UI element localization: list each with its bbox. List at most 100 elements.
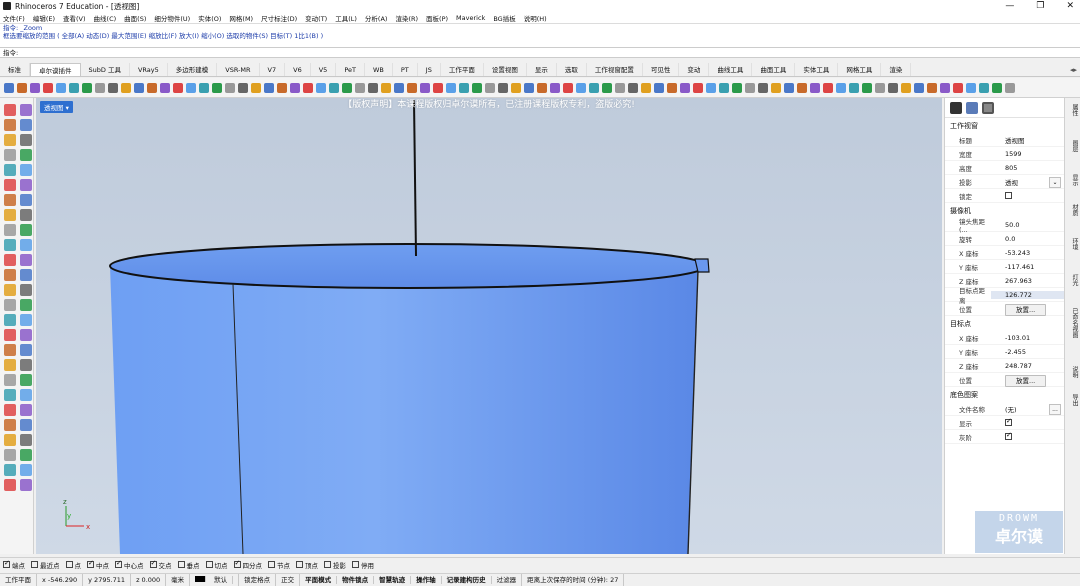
tab-v7[interactable]: V7 [260,63,286,76]
osnap-option[interactable]: 端点 [3,559,25,570]
command-icon[interactable] [654,82,664,93]
command-icon[interactable] [303,82,313,93]
osnap-checkbox[interactable] [3,559,10,568]
command-icon[interactable] [4,82,14,93]
command-icon[interactable] [888,82,898,93]
tool-icon[interactable] [20,404,32,416]
command-icon[interactable] [394,82,404,93]
tool-icon[interactable] [20,209,32,221]
osnap-option[interactable]: 四分点 [233,559,262,570]
side-tab-display[interactable]: 显示 [1067,174,1079,186]
command-icon[interactable] [251,82,261,93]
command-icon[interactable] [550,82,560,93]
osnap-checkbox[interactable] [177,561,185,568]
tool-icon[interactable] [20,254,32,266]
tool-icon[interactable] [20,164,32,176]
maximize-button[interactable]: ❐ [1036,0,1044,12]
tool-icon[interactable] [20,239,32,251]
tool-icon[interactable] [4,404,16,416]
tool-icon[interactable] [20,299,32,311]
command-icon[interactable] [56,82,66,93]
command-icon[interactable] [264,82,274,93]
chevron-down-icon[interactable]: ⌄ [1049,176,1061,188]
tab-zhuoermo-plugin[interactable]: 卓尔谟插件 [30,63,81,76]
side-tab-lights[interactable]: 灯光 [1067,274,1079,286]
command-icon[interactable] [316,82,326,93]
command-icon[interactable] [212,82,222,93]
side-tab-export[interactable]: 导出 [1067,394,1079,406]
osnap-option[interactable]: 点 [65,560,81,570]
side-tab-properties[interactable]: 属性 [1067,104,1079,116]
grayscale-checkbox[interactable] [1005,431,1012,440]
command-icon[interactable] [277,82,287,93]
tab-scroll-arrows[interactable]: ◂▸ [1070,63,1077,77]
tool-icon[interactable] [20,434,32,446]
toggle-osnap[interactable]: 物件锁点 [337,576,375,584]
tool-icon[interactable] [4,479,16,491]
cplane-label[interactable]: 工作平面 [0,574,37,586]
command-icon[interactable] [667,82,677,93]
toggle-ortho[interactable]: 正交 [276,574,301,586]
command-icon[interactable] [849,82,859,93]
tool-icon[interactable] [20,344,32,356]
tool-icon[interactable] [4,299,16,311]
command-icon[interactable] [459,82,469,93]
tool-icon[interactable] [20,359,32,371]
command-icon[interactable] [199,82,209,93]
command-icon[interactable] [342,82,352,93]
osnap-option[interactable]: 最近点 [31,560,60,570]
menu-dimension[interactable]: 尺寸标注(D) [261,13,297,23]
side-tab-materials[interactable]: 材质 [1067,204,1079,216]
cylinder-top-face[interactable] [109,243,707,289]
menu-bg-plugin[interactable]: BG插板 [493,13,515,23]
command-icon[interactable] [355,82,365,93]
command-icon[interactable] [160,82,170,93]
material-icon[interactable] [966,101,978,114]
tool-icon[interactable] [20,224,32,236]
menu-mesh[interactable]: 网格(M) [229,13,253,23]
osnap-checkbox[interactable] [296,561,303,568]
toggle-smarttrack[interactable]: 智慧轨迹 [374,576,412,584]
rotation-field[interactable]: 0.0 [991,235,1064,243]
command-icon[interactable] [134,82,144,93]
tab-viewport-layout[interactable]: 工作视窗配置 [587,63,643,76]
command-icon[interactable] [875,82,885,93]
osnap-option[interactable]: 中点 [87,559,109,570]
side-tab-named-views[interactable]: 已命名视图 [1067,308,1079,338]
menu-analyze[interactable]: 分析(A) [365,13,388,23]
viewport-properties-icon[interactable] [982,101,994,114]
tab-select[interactable]: 选取 [557,63,587,76]
osnap-checkbox[interactable] [233,559,241,568]
tool-icon[interactable] [4,134,16,146]
tab-set-view[interactable]: 设置视图 [484,63,527,76]
tool-icon[interactable] [20,329,32,341]
osnap-checkbox[interactable] [352,561,359,568]
tab-transform[interactable]: 变动 [679,63,710,76]
command-icon[interactable] [95,82,105,93]
osnap-checkbox[interactable] [324,561,331,568]
side-tab-help[interactable]: 说明 [1067,366,1079,378]
tool-icon[interactable] [4,209,16,221]
tool-icon[interactable] [4,464,16,476]
menu-file[interactable]: 文件(F) [3,13,25,23]
command-icon[interactable] [17,82,27,93]
tab-poly-modeling[interactable]: 多边形建模 [168,63,218,76]
side-tab-environment[interactable]: 环境 [1067,238,1079,250]
command-icon[interactable] [615,82,625,93]
tab-curve-tools[interactable]: 曲线工具 [709,63,753,76]
tool-icon[interactable] [4,374,16,386]
command-icon[interactable] [693,82,703,93]
command-icon[interactable] [433,82,443,93]
command-icon[interactable] [927,82,937,93]
tool-icon[interactable] [4,194,16,206]
tab-solid-tools[interactable]: 实体工具 [795,63,839,76]
tool-icon[interactable] [4,344,16,356]
osnap-checkbox[interactable] [31,561,38,568]
cylinder-lip-notch[interactable] [694,258,710,273]
tool-icon[interactable] [20,149,32,161]
prop-title-value[interactable]: 透视图 [991,135,1064,145]
menu-transform[interactable]: 变动(T) [305,13,327,23]
camera-z-field[interactable]: 267.963 [991,277,1064,285]
camera-x-field[interactable]: -53.243 [991,249,1064,257]
tab-standard[interactable]: 标准 [0,63,30,76]
